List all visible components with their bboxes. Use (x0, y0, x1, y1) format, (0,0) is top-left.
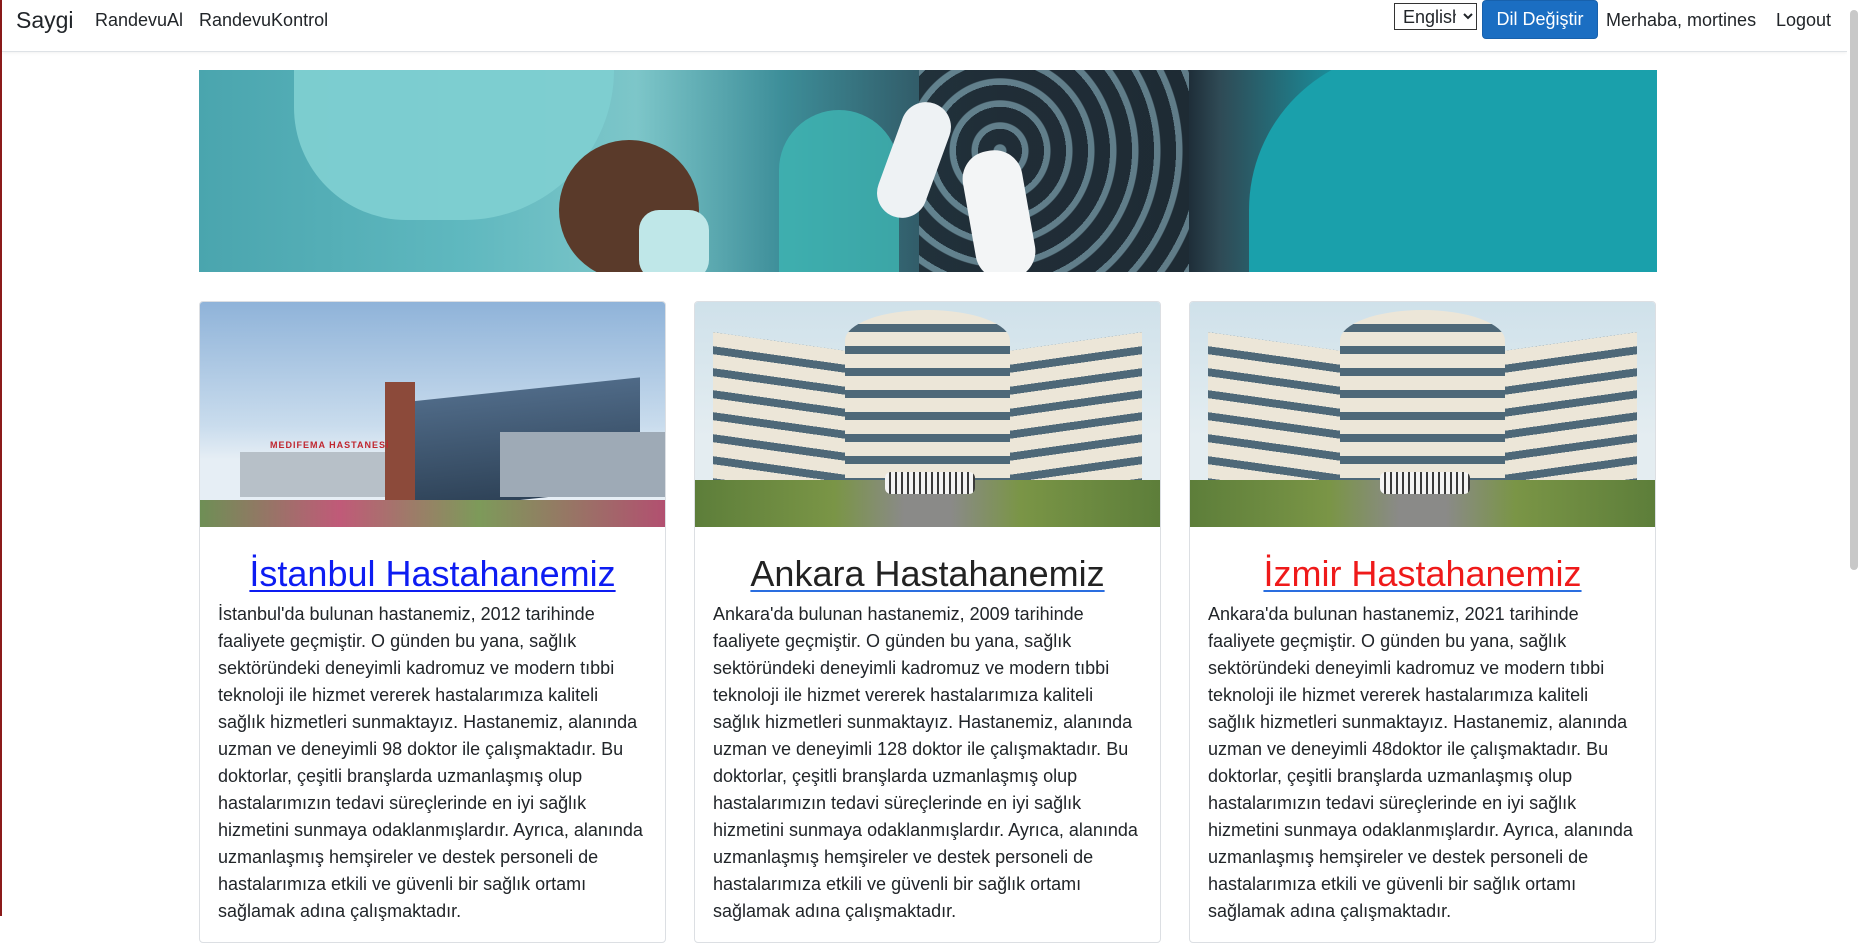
brand-link[interactable]: Saygi (16, 7, 74, 34)
window-left-edge (0, 0, 2, 916)
building-left-wing (1208, 332, 1348, 502)
card-body: İstanbul Hastahanemiz İstanbul'da buluna… (200, 553, 665, 925)
building-center-tower (845, 310, 1010, 480)
hospital-card-ankara: Ankara Hastahanemiz Ankara'da bulunan ha… (694, 301, 1161, 943)
building-left-wing (713, 332, 853, 502)
hospital-sign-text: MEDIFEMA HASTANESİ (270, 440, 390, 450)
istanbul-hospital-image: MEDIFEMA HASTANESİ (200, 302, 665, 527)
ankara-hospital-image (695, 302, 1160, 527)
surgical-mask-shape (639, 210, 709, 272)
hero-banner-image (199, 70, 1657, 272)
staff-group-photo (885, 472, 975, 494)
card-description: İstanbul'da bulunan hastanemiz, 2012 tar… (218, 604, 643, 921)
nav-link-randevukontrol[interactable]: RandevuKontrol (199, 10, 328, 31)
building-right-wing (1002, 332, 1142, 502)
card-title-link[interactable]: İstanbul Hastahanemiz (218, 553, 647, 595)
nav-link-randevual[interactable]: RandevuAl (95, 10, 183, 31)
building-right-wing (1497, 332, 1637, 502)
building-center-tower (1340, 310, 1505, 480)
logout-link[interactable]: Logout (1776, 10, 1831, 31)
page-scrollbar[interactable] (1847, 0, 1861, 916)
building-right-wing (500, 432, 665, 497)
card-body: Ankara Hastahanemiz Ankara'da bulunan ha… (695, 553, 1160, 925)
language-select[interactable]: English (1394, 3, 1477, 30)
card-title-link[interactable]: İzmir Hastahanemiz (1208, 553, 1637, 595)
scrubs-shoulder-shape (1249, 70, 1657, 272)
izmir-hospital-image (1190, 302, 1655, 527)
card-body: İzmir Hastahanemiz Ankara'da bulunan has… (1190, 553, 1655, 925)
staff-group-photo (1380, 472, 1470, 494)
hospital-card-istanbul: MEDIFEMA HASTANESİ İstanbul Hastahanemiz… (199, 301, 666, 943)
scrollbar-thumb[interactable] (1850, 10, 1858, 570)
garden-flowers (200, 500, 665, 527)
user-greeting-link[interactable]: Merhaba, mortines (1606, 10, 1756, 31)
xray-film-shape (919, 70, 1189, 272)
card-title-link[interactable]: Ankara Hastahanemiz (713, 553, 1142, 595)
card-description: Ankara'da bulunan hastanemiz, 2009 tarih… (713, 604, 1138, 921)
change-language-button[interactable]: Dil Değiştir (1482, 0, 1598, 39)
card-description: Ankara'da bulunan hastanemiz, 2021 tarih… (1208, 604, 1633, 921)
hospital-card-izmir: İzmir Hastahanemiz Ankara'da bulunan has… (1189, 301, 1656, 943)
top-navbar: Saygi RandevuAl RandevuKontrol English D… (2, 0, 1847, 52)
